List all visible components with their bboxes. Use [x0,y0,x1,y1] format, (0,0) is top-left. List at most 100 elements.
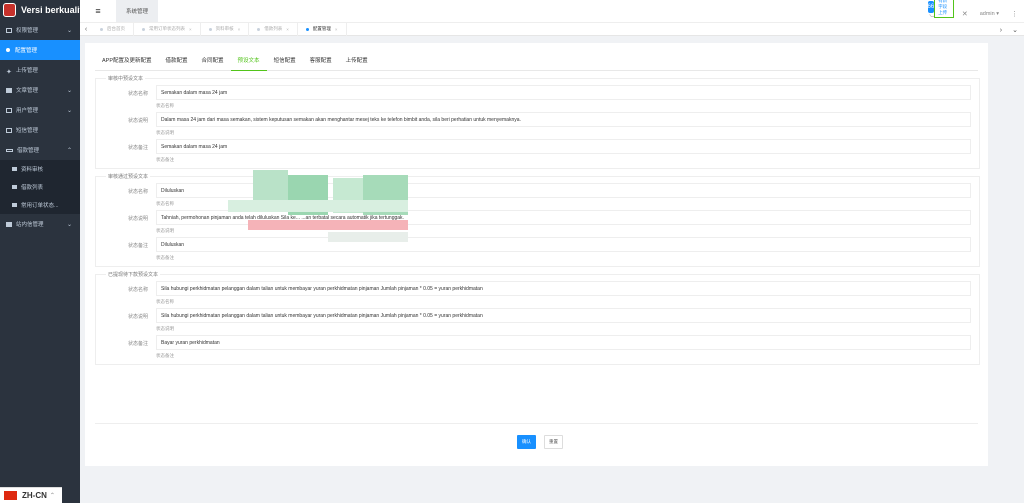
language-switcher[interactable]: ZH-CN ⌃ [0,487,62,503]
sidebar-item-label: 站内信管理 [16,222,44,228]
sidebar-item-loans[interactable]: 借款管理 ⌃ [0,140,80,160]
sidebar-item-label: 文章管理 [16,88,39,94]
tag-dot-icon [257,27,261,31]
logo-icon [3,3,17,17]
close-icon[interactable]: × [335,27,338,32]
status-description-input[interactable]: Dalam masa 24 jam dari masa semakan, sis… [156,112,971,127]
main-content: APP配置及更新配置 借款配置 合同配置 预设文本 短信配置 客服配置 上传配置… [85,43,988,466]
notice-text: 有新字段上传 [934,0,954,18]
section-withdrawn-pending: 已提现待下款预设文本 状态名称 Sila hubungi perkhidmata… [95,271,980,365]
user-icon [6,107,12,113]
status-name-input[interactable]: Semakan dalam masa 24 jam [156,85,971,100]
status-description-input[interactable]: Sila hubungi perkhidmatan pelanggan dala… [156,308,971,323]
sidebar-item-label: 配置管理 [15,48,38,54]
section-under-review: 审核中预设文本 状态名称 Semakan dalam masa 24 jam 状… [95,75,980,169]
tag-dot-icon [100,27,103,31]
sidebar-item-label: 短信管理 [16,128,39,134]
tag-label: 资料审核 [215,26,234,31]
field-label: 状态备注 [127,145,148,151]
status-name-input[interactable]: Diluluskan [156,183,971,198]
status-remark-input[interactable]: Semakan dalam masa 24 jam [156,139,971,154]
list-icon [12,203,17,207]
tag-review[interactable]: 资料审核 × [201,22,250,36]
sidebar-item-users[interactable]: 用户管理 ⌄ [0,100,80,120]
tag-order-status[interactable]: 常用订单状态列表 × [134,22,201,36]
page-scrollbar[interactable] [1016,36,1024,503]
sidebar-item-messages[interactable]: 站内信管理 ⌄ [0,214,80,234]
fullscreen-icon[interactable]: ✕ [962,10,968,18]
loan-icon [6,148,13,152]
form-row: 状态说明 Tahniah, permohonan pinjaman anda t… [104,210,971,234]
sidebar-item-label: 用户管理 [16,108,39,114]
chevron-down-icon: ⌄ [66,221,72,228]
list-icon [12,185,17,189]
close-icon[interactable]: × [286,27,289,32]
system-management-tab[interactable]: 系统管理 [116,0,159,22]
sidebar-item-sms[interactable]: 短信管理 [0,120,80,140]
admin-dropdown[interactable]: admin ▾ [980,11,999,17]
field-hint: 状态说明 [156,326,174,331]
tab-app-config[interactable]: APP配置及更新配置 [95,49,159,71]
tag-dot-icon [208,27,212,31]
list-icon [12,167,17,171]
field-label: 状态名称 [127,189,148,195]
tab-upload-config[interactable]: 上传配置 [339,49,375,71]
confirm-button[interactable]: 确认 [517,435,536,449]
sidebar-subitem-review[interactable]: 资料审核 [0,160,80,178]
top-navbar: ≡ 系统管理 66 有新字段上传 ◡ ▫ ✕ admin ▾ ⋮ [80,0,1024,22]
tab-sms-config[interactable]: 短信配置 [267,49,303,71]
tag-dot-icon [305,27,309,31]
tab-loan-config[interactable]: 借款配置 [159,49,195,71]
sidebar-item-label: 借款列表 [21,185,44,191]
field-label: 状态备注 [127,243,148,249]
upload-notice-badge[interactable]: 66 有新字段上传 [927,0,954,18]
config-tabs: APP配置及更新配置 借款配置 合同配置 预设文本 短信配置 客服配置 上传配置 [95,49,978,71]
form-row: 状态名称 Diluluskan 状态名称 [104,183,971,207]
article-icon [6,87,12,93]
section-legend: 审核中预设文本 [108,76,144,82]
chevron-up-icon: ⌃ [49,493,55,499]
status-remark-input[interactable]: Bayar yuran perkhidmatan [156,335,971,350]
tag-home[interactable]: 后台首页 [92,22,134,36]
tag-config[interactable]: 配置管理 × [298,22,347,36]
section-approved: 审核通过预设文本 状态名称 Diluluskan 状态名称 状态说明 Tahni… [95,173,980,267]
status-description-input[interactable]: Tahniah, permohonan pinjaman anda telah … [156,210,971,225]
sidebar-item-permissions[interactable]: 权限管理 ⌄ [0,20,80,40]
reset-button[interactable]: 重置 [544,435,563,449]
sidebar-item-label: 借款管理 [17,148,40,154]
status-name-input[interactable]: Sila hubungi perkhidmatan pelanggan dala… [156,281,971,296]
field-hint: 状态说明 [156,130,174,135]
chevron-down-icon[interactable]: ⌄ [1012,26,1018,34]
field-hint: 状态备注 [156,157,174,162]
sidebar-subitem-order-status[interactable]: 常用订单状态... [0,196,80,214]
tab-contract-config[interactable]: 合同配置 [195,49,231,71]
field-label: 状态说明 [127,216,148,222]
tags-bar: ‹ 后台首页 常用订单状态列表 × 资料审核 × 借款列表 × 配置管理 × ›… [80,22,1024,36]
sidebar-subitem-loan-list[interactable]: 借款列表 [0,178,80,196]
menu-toggle-icon[interactable]: ≡ [80,6,116,16]
language-label: ZH-CN [22,491,47,500]
chevron-right-icon[interactable]: › [1000,27,1002,34]
status-remark-input[interactable]: Diluluskan [156,237,971,252]
app-logo-area[interactable]: Versi berkualiti [0,0,80,20]
field-hint: 状态名称 [156,299,174,304]
field-label: 状态说明 [127,314,148,320]
more-icon[interactable]: ⋮ [1011,10,1018,18]
sms-icon [6,127,12,133]
app-title: Versi berkualiti [21,5,80,15]
tab-preset-text[interactable]: 预设文本 [230,49,267,71]
close-icon[interactable]: × [238,27,241,32]
sidebar-item-upload[interactable]: ✦ 上传管理 [0,60,80,80]
message-icon [6,221,12,227]
tag-loan-list[interactable]: 借款列表 × [249,22,298,36]
tab-service-config[interactable]: 客服配置 [303,49,339,71]
tag-label: 后台首页 [107,26,125,31]
topbar-right: 66 有新字段上传 ◡ ▫ ✕ admin ▾ ⋮ [927,0,1024,22]
chevron-left-icon[interactable]: ‹ [80,26,92,33]
china-flag-icon [4,491,17,500]
close-icon[interactable]: × [189,27,192,32]
tags-controls: › ⌄ [1000,23,1024,37]
sidebar-item-config[interactable]: 配置管理 [0,40,80,60]
sidebar: Versi berkualiti 权限管理 ⌄ 配置管理 ✦ 上传管理 文章管理… [0,0,80,503]
sidebar-item-articles[interactable]: 文章管理 ⌄ [0,80,80,100]
